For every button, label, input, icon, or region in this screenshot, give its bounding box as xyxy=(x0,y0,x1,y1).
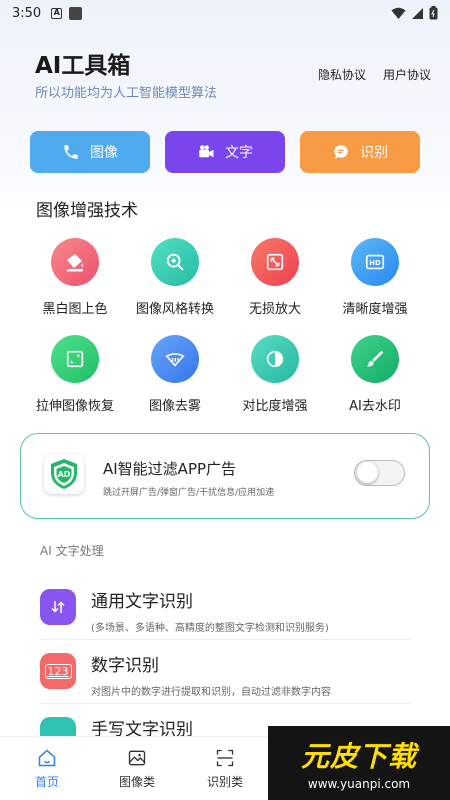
tool-style-transfer-label: 图像风格转换 xyxy=(135,302,214,317)
ad-filter-card[interactable]: AD AI智能过滤APP广告 跳过开屏广告/弹窗广告/干扰信息/应用加速 xyxy=(20,433,430,519)
tool-remove-watermark-label: AI去水印 xyxy=(349,399,401,414)
status-bar: 3:50 A xyxy=(0,0,450,26)
user-agreement-link[interactable]: 用户协议 xyxy=(383,66,431,83)
list-item-description: (多场景、多语种、高精度的整图文字检测和识别服务) xyxy=(91,623,329,634)
app-subtitle: 所以功能均为人工智能模型算法 xyxy=(35,86,218,101)
tool-stretch-restore-label: 拉伸图像恢复 xyxy=(35,399,114,414)
recognize-button[interactable]: 识别 xyxy=(300,131,420,173)
ad-filter-description: 跳过开屏广告/弹窗广告/干扰信息/应用加速 xyxy=(103,488,275,498)
tool-remove-watermark[interactable]: AI去水印 xyxy=(325,335,425,414)
ad-badge-text: AD xyxy=(58,470,71,479)
tab-recognize[interactable]: 识别类 xyxy=(190,737,260,800)
text-button[interactable]: 文字 xyxy=(165,131,285,173)
tool-style-transfer[interactable]: 图像风格转换 xyxy=(125,238,225,317)
tool-sharpen[interactable]: HD 清晰度增强 xyxy=(325,238,425,317)
privacy-policy-link[interactable]: 隐私协议 xyxy=(318,66,366,83)
chat-bubble-icon xyxy=(332,143,350,161)
tool-sharpen-label: 清晰度增强 xyxy=(342,302,408,317)
tool-lossless-upscale[interactable]: 无损放大 xyxy=(225,238,325,317)
signal-icon xyxy=(412,7,423,19)
text-section-title: AI 文字处理 xyxy=(40,544,104,558)
tool-colorize-label: 黑白图上色 xyxy=(42,302,108,317)
list-item-title: 数字识别 xyxy=(91,656,159,676)
paint-bucket-icon xyxy=(51,238,99,286)
brush-icon xyxy=(351,335,399,383)
scan-icon xyxy=(214,747,236,769)
phone-icon xyxy=(62,143,80,161)
list-item-title: 通用文字识别 xyxy=(91,592,193,612)
expand-icon xyxy=(251,238,299,286)
app-title: AI工具箱 xyxy=(35,53,131,79)
tab-home-label: 首页 xyxy=(34,775,59,789)
image-button[interactable]: 图像 xyxy=(30,131,150,173)
image-enhance-section-title: 图像增强技术 xyxy=(36,201,138,221)
recognize-button-label: 识别 xyxy=(360,145,388,161)
watermark-url: www.yuanpi.com xyxy=(307,777,411,791)
resize-icon xyxy=(51,335,99,383)
tool-lossless-upscale-label: 无损放大 xyxy=(248,302,301,317)
status-time: 3:50 xyxy=(12,5,42,21)
tab-home[interactable]: 首页 xyxy=(12,737,82,800)
video-camera-icon xyxy=(197,143,215,161)
number-icon: 123 xyxy=(40,653,76,689)
text-button-label: 文字 xyxy=(225,145,253,161)
list-item-number-recognition[interactable]: 123 数字识别 对图片中的数字进行提取和识别，自动过滤非数字内容 xyxy=(40,647,410,711)
image-button-label: 图像 xyxy=(90,145,118,161)
toggle-knob xyxy=(357,462,378,483)
tool-stretch-restore[interactable]: 拉伸图像恢复 xyxy=(25,335,125,414)
tool-contrast-label: 对比度增强 xyxy=(242,399,308,414)
tool-defog[interactable]: 图像去雾 xyxy=(125,335,225,414)
site-watermark: 元皮下载 www.yuanpi.com xyxy=(268,726,450,800)
image-icon xyxy=(126,747,148,769)
contrast-icon xyxy=(251,335,299,383)
list-divider xyxy=(40,703,410,704)
tab-image-label: 图像类 xyxy=(118,775,155,789)
text-recognition-icon xyxy=(40,589,76,625)
tab-image[interactable]: 图像类 xyxy=(102,737,172,800)
wifi-icon xyxy=(391,7,406,19)
zoom-in-icon xyxy=(151,238,199,286)
a-notification-icon: A xyxy=(51,7,63,19)
list-divider xyxy=(40,639,410,640)
ad-shield-icon: AD xyxy=(44,454,84,494)
tool-contrast[interactable]: 对比度增强 xyxy=(225,335,325,414)
hd-icon: HD xyxy=(351,238,399,286)
battery-icon xyxy=(429,6,438,20)
svg-text:HD: HD xyxy=(369,259,381,267)
watermark-logo-text: 元皮下载 xyxy=(300,740,417,773)
list-item-general-ocr[interactable]: 通用文字识别 (多场景、多语种、高精度的整图文字检测和识别服务) xyxy=(40,583,410,647)
ad-filter-toggle[interactable] xyxy=(354,460,405,486)
tab-recognize-label: 识别类 xyxy=(206,775,243,789)
tool-colorize[interactable]: 黑白图上色 xyxy=(25,238,125,317)
number-icon-text: 123 xyxy=(44,663,72,679)
ad-filter-title: AI智能过滤APP广告 xyxy=(103,460,237,478)
tool-defog-label: 图像去雾 xyxy=(148,399,201,414)
square-notification-icon xyxy=(69,6,83,20)
home-icon xyxy=(36,747,58,769)
defog-icon xyxy=(151,335,199,383)
list-item-description: 对图片中的数字进行提取和识别，自动过滤非数字内容 xyxy=(91,687,331,698)
